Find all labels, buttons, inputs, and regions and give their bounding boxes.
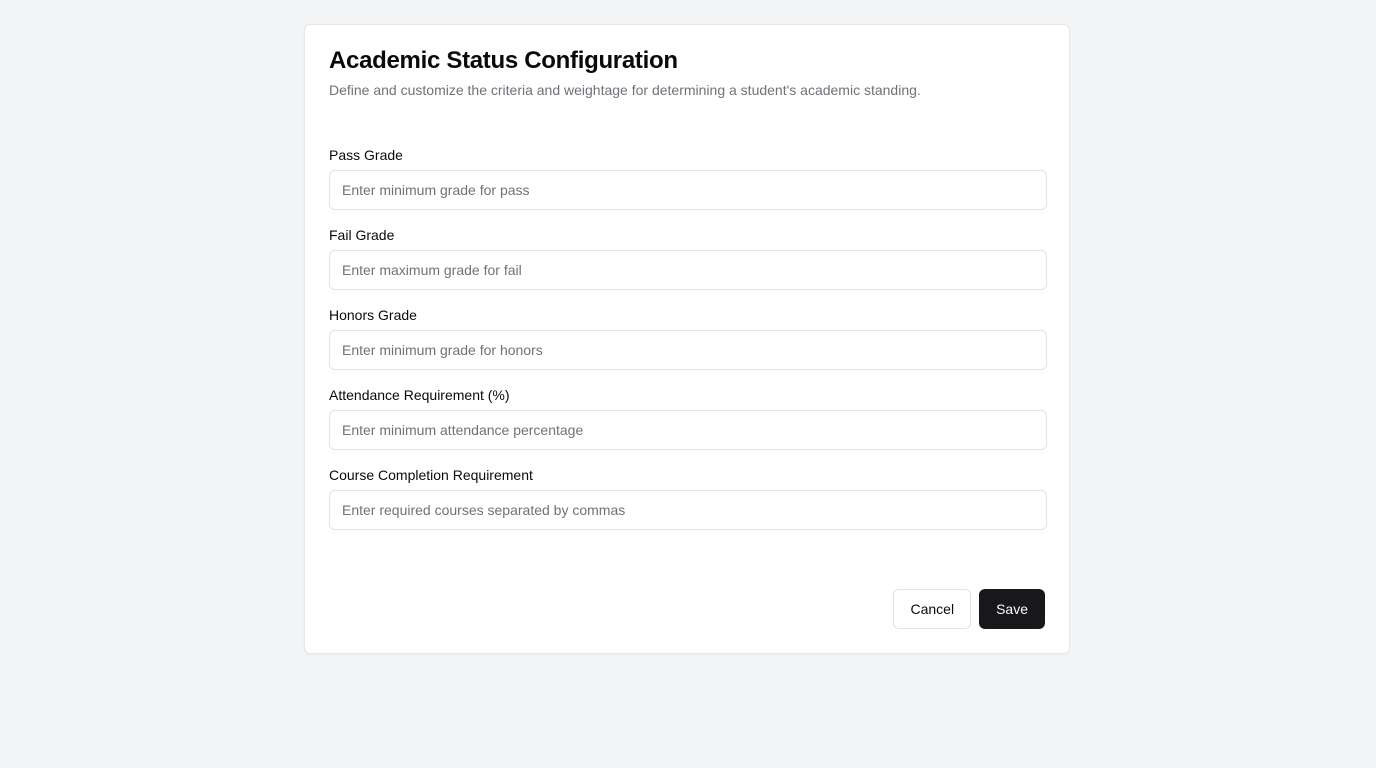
- attendance-requirement-input[interactable]: [329, 410, 1047, 450]
- page-subtitle: Define and customize the criteria and we…: [329, 82, 921, 98]
- honors-grade-input[interactable]: [329, 330, 1047, 370]
- attendance-requirement-label: Attendance Requirement (%): [329, 387, 510, 403]
- field-course-completion: Course Completion Requirement: [329, 466, 1047, 530]
- fail-grade-label: Fail Grade: [329, 227, 395, 243]
- fail-grade-input[interactable]: [329, 250, 1047, 290]
- cancel-button[interactable]: Cancel: [893, 589, 972, 629]
- field-attendance-requirement: Attendance Requirement (%): [329, 386, 1047, 450]
- honors-grade-label: Honors Grade: [329, 307, 417, 323]
- field-fail-grade: Fail Grade: [329, 226, 1047, 290]
- field-pass-grade: Pass Grade: [329, 146, 1047, 210]
- save-button[interactable]: Save: [979, 589, 1045, 629]
- course-completion-input[interactable]: [329, 490, 1047, 530]
- pass-grade-label: Pass Grade: [329, 147, 403, 163]
- config-form: Pass Grade Fail Grade Honors Grade Atten…: [329, 146, 1047, 530]
- config-card: Academic Status Configuration Define and…: [304, 24, 1070, 654]
- course-completion-label: Course Completion Requirement: [329, 467, 533, 483]
- form-actions: Cancel Save: [893, 589, 1045, 629]
- pass-grade-input[interactable]: [329, 170, 1047, 210]
- page-title: Academic Status Configuration: [329, 47, 678, 74]
- field-honors-grade: Honors Grade: [329, 306, 1047, 370]
